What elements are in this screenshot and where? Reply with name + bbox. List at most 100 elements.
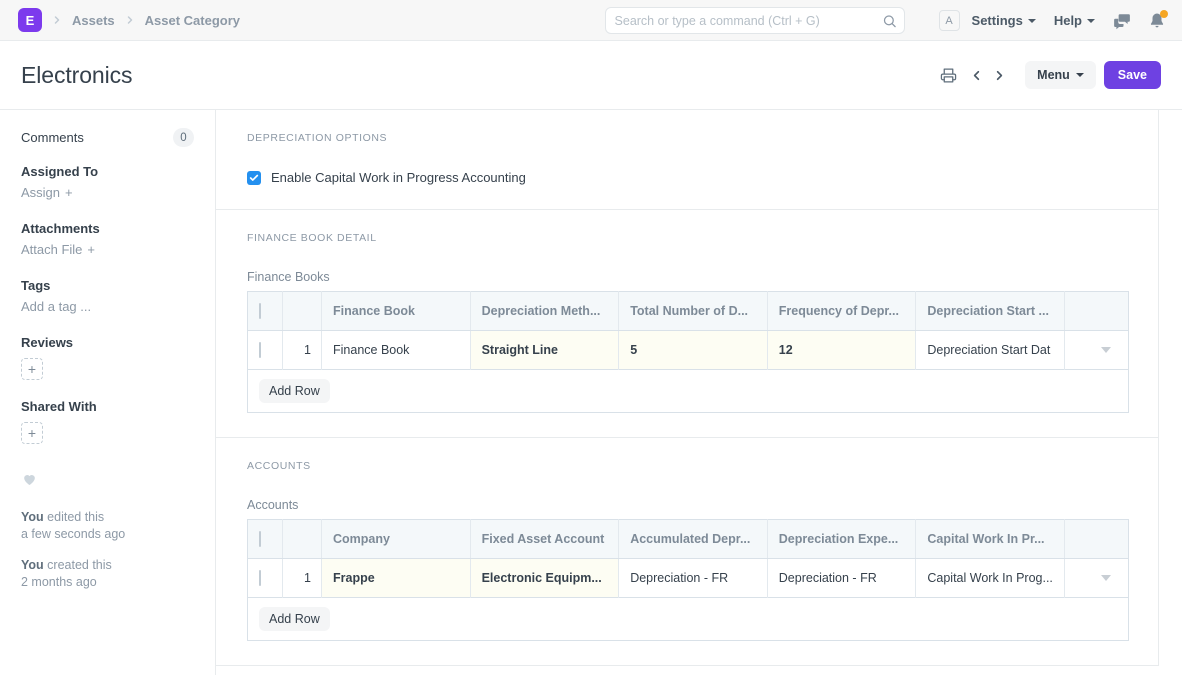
navbar: E Assets Asset Category A Settings Help [0, 0, 1182, 41]
breadcrumb-assets[interactable]: Assets [72, 13, 115, 28]
column-header-total-number-of-depreciations[interactable]: Total Number of D... [618, 291, 768, 331]
row-index-accounts: 1 [282, 558, 322, 598]
section-depreciation-options: Depreciation Options Enable Capital Work… [216, 110, 1158, 210]
table-row[interactable]: 1 Frappe Electronic Equipm... Depreciati… [247, 558, 1129, 598]
cell-frequency-of-depreciation[interactable]: 12 [767, 330, 917, 370]
table-header-row: Finance Book Depreciation Meth... Total … [247, 291, 1129, 331]
attach-file-button[interactable]: Attach File + [21, 242, 95, 257]
enable-cwip-row[interactable]: Enable Capital Work in Progress Accounti… [247, 170, 1127, 185]
row-expand-cell [1065, 331, 1129, 370]
history-created-action: created this [43, 558, 112, 572]
cell-company[interactable]: Frappe [321, 558, 471, 598]
column-header-company[interactable]: Company [321, 519, 471, 559]
column-header-capital-work-in-progress-account[interactable]: Capital Work In Pr... [915, 519, 1065, 559]
finance-books-addrow-bar: Add Row [247, 370, 1129, 413]
row-select-cell-accounts [247, 558, 283, 598]
chevron-down-icon-help [1087, 18, 1095, 23]
add-row-button-finance-books[interactable]: Add Row [259, 379, 330, 403]
chat-icon[interactable] [1113, 12, 1131, 30]
search-input[interactable] [604, 7, 905, 34]
column-header-actions-accounts [1064, 519, 1129, 559]
menu-button[interactable]: Menu [1025, 61, 1096, 89]
chevron-down-icon-row[interactable] [1101, 347, 1111, 353]
search-wrapper [604, 7, 905, 34]
breadcrumb-asset-category[interactable]: Asset Category [145, 13, 240, 28]
select-all-header-accounts [247, 519, 283, 559]
enable-cwip-checkbox[interactable] [247, 170, 261, 185]
save-button[interactable]: Save [1103, 61, 1161, 89]
table-row[interactable]: 1 Finance Book Straight Line 5 12 Deprec… [247, 330, 1129, 370]
plus-icon-assign: + [65, 185, 73, 200]
main-content: Depreciation Options Enable Capital Work… [216, 110, 1182, 675]
chevron-down-icon-row-accounts[interactable] [1101, 575, 1111, 581]
assigned-to-label: Assigned To [21, 164, 99, 179]
row-select-checkbox[interactable] [259, 342, 261, 358]
select-all-checkbox-accounts[interactable] [259, 531, 261, 547]
cell-depreciation-start-date[interactable]: Depreciation Start Dat [915, 330, 1065, 370]
chevron-left-icon[interactable] [969, 68, 984, 83]
sidebar-tags: Tags Add a tag ... [21, 278, 194, 316]
plus-icon-attach: + [87, 242, 96, 257]
add-row-button-accounts[interactable]: Add Row [259, 607, 330, 631]
add-share-button[interactable]: + [21, 422, 43, 444]
column-header-depreciation-start-date[interactable]: Depreciation Start ... [915, 291, 1065, 331]
assign-button[interactable]: Assign + [21, 185, 73, 200]
heart-icon[interactable] [21, 471, 38, 492]
accounts-grid-label: Accounts [247, 498, 299, 512]
breadcrumb-separator-icon-2 [124, 14, 136, 26]
section-title-depreciation-options: Depreciation Options [247, 132, 388, 144]
column-header-depreciation-method[interactable]: Depreciation Meth... [470, 291, 620, 331]
notification-badge-dot [1160, 9, 1168, 18]
column-header-fixed-asset-account[interactable]: Fixed Asset Account [470, 519, 620, 559]
cell-depreciation-expense-account[interactable]: Depreciation - FR [767, 558, 917, 598]
settings-dropdown[interactable]: Settings [972, 13, 1036, 28]
comments-label: Comments [21, 130, 84, 145]
column-header-depreciation-expense-account[interactable]: Depreciation Expe... [767, 519, 917, 559]
row-index: 1 [282, 330, 322, 370]
menu-button-label: Menu [1037, 68, 1070, 82]
add-tag-input[interactable]: Add a tag ... [21, 299, 91, 314]
row-expand-cell-accounts [1065, 559, 1129, 598]
enable-cwip-label: Enable Capital Work in Progress Accounti… [271, 170, 526, 185]
cell-finance-book[interactable]: Finance Book [321, 330, 471, 370]
attachments-label: Attachments [21, 221, 100, 236]
section-title-finance-book-detail: Finance Book Detail [247, 232, 377, 244]
avatar[interactable]: A [938, 10, 960, 31]
page-header-actions: Menu Save [940, 61, 1161, 89]
history-edited-who: You [21, 510, 44, 524]
finance-books-grid-label: Finance Books [247, 270, 330, 284]
chevron-down-icon-menu [1075, 73, 1084, 77]
record-navigation [969, 68, 1007, 83]
app-logo[interactable]: E [18, 8, 42, 32]
sidebar-attachments: Attachments Attach File + [21, 221, 194, 259]
accounts-addrow-bar: Add Row [247, 598, 1129, 641]
page-title: Electronics [21, 61, 133, 88]
cell-capital-work-in-progress-account[interactable]: Capital Work In Prog... [915, 558, 1065, 598]
add-review-button[interactable]: + [21, 358, 43, 380]
history-entry-edited: You edited this a few seconds ago [21, 509, 194, 543]
chevron-right-icon[interactable] [992, 68, 1007, 83]
row-index-header [282, 291, 322, 331]
cell-accumulated-depreciation-account[interactable]: Depreciation - FR [618, 558, 768, 598]
table-header-row: Company Fixed Asset Account Accumulated … [247, 519, 1129, 559]
row-select-checkbox-accounts[interactable] [259, 570, 261, 586]
section-title-accounts: Accounts [247, 460, 311, 472]
column-header-accumulated-depreciation-account[interactable]: Accumulated Depr... [618, 519, 768, 559]
bell-icon[interactable] [1148, 9, 1168, 30]
cell-depreciation-method[interactable]: Straight Line [470, 330, 620, 370]
help-dropdown[interactable]: Help [1054, 13, 1095, 28]
search-icon[interactable] [882, 13, 897, 28]
cell-total-number-of-depreciations[interactable]: 5 [618, 330, 768, 370]
accounts-grid: Company Fixed Asset Account Accumulated … [247, 519, 1129, 598]
assign-label: Assign [21, 185, 61, 200]
printer-icon[interactable] [940, 67, 957, 84]
section-finance-book-detail: Finance Book Detail Finance Books Financ… [216, 210, 1158, 438]
sidebar-assigned-to: Assigned To Assign + [21, 164, 194, 202]
history-created-time: 2 months ago [21, 575, 97, 589]
column-header-finance-book[interactable]: Finance Book [321, 291, 471, 331]
tags-label: Tags [21, 278, 51, 293]
page-header: Electronics Menu Save [0, 41, 1182, 110]
column-header-frequency-of-depreciation[interactable]: Frequency of Depr... [767, 291, 917, 331]
select-all-checkbox[interactable] [259, 303, 261, 319]
cell-fixed-asset-account[interactable]: Electronic Equipm... [470, 558, 620, 598]
